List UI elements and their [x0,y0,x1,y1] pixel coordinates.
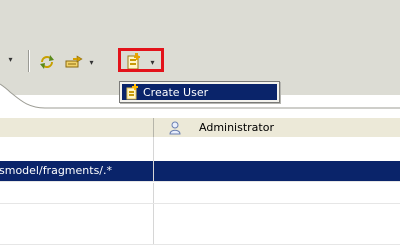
table-blank-row [0,137,400,161]
table-row[interactable] [0,224,400,245]
column-header-administrator[interactable]: Administrator [153,118,400,137]
user-icon [169,121,181,134]
toolbar-separator [28,50,30,72]
create-user-menu-item[interactable]: Create User [122,84,277,100]
table-header: Administrator [0,118,400,138]
table-row[interactable] [0,204,400,225]
administrator-cell [153,204,400,224]
pattern-cell: smodel/fragments/.* [0,161,153,181]
pattern-cell [0,224,153,244]
dropdown-menu: Create User [119,81,280,103]
table-row[interactable]: smodel/fragments/.* [0,161,400,182]
column-header-label: Administrator [199,121,274,134]
pattern-cell [0,183,153,203]
chevron-down-icon[interactable]: ▾ [88,56,95,68]
refresh-icon[interactable] [37,52,57,72]
pattern-cell [0,204,153,224]
highlight-box [118,48,164,72]
menu-item-label: Create User [143,85,209,99]
administrator-cell [153,224,400,244]
chevron-down-icon[interactable]: ▾ [7,53,14,65]
table-row[interactable] [0,183,400,204]
toolbar: ▾ [0,47,400,77]
export-icon[interactable] [64,52,84,72]
administrator-cell [153,183,400,203]
new-user-icon [125,84,139,100]
administrator-cell [153,161,400,181]
